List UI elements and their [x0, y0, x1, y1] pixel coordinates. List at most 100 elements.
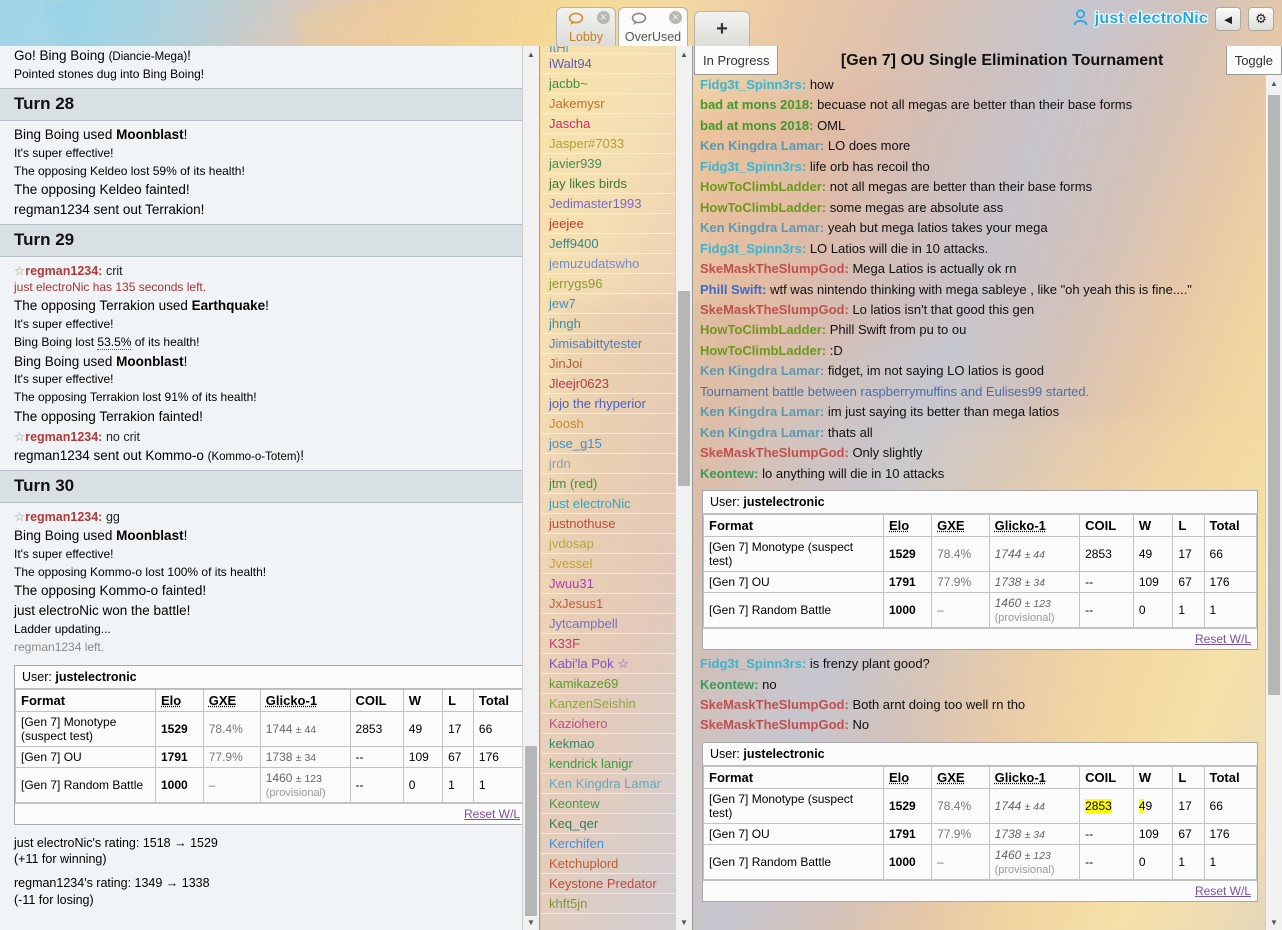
scrollbar-thumb[interactable] [1268, 95, 1280, 695]
scroll-down-icon[interactable]: ▼ [1266, 914, 1282, 930]
userlist-item[interactable]: Joosh [541, 414, 692, 434]
cell-gxe: 77.9% [203, 746, 260, 767]
userlist-item[interactable]: Ketchuplord [541, 854, 692, 874]
userlist-item[interactable]: Jakemysr [541, 94, 692, 114]
settings-button[interactable]: ⚙ [1248, 7, 1274, 31]
userlist-item[interactable]: Jascha [541, 114, 692, 134]
cell-format: [Gen 7] OU [704, 823, 884, 844]
userlist-item[interactable]: jerrygs96 [541, 274, 692, 294]
chat-message: bad at mons 2018: becuase not all megas … [694, 95, 1282, 115]
cell-coil: 2853 [1080, 788, 1134, 823]
userlist-item[interactable]: Jwuu31 [541, 574, 692, 594]
userlist-item[interactable]: jay likes birds [541, 174, 692, 194]
userlist-panel[interactable]: ItHi iWalt94 jacbb~ Jakemysr Jascha Jasper#70… [541, 46, 693, 930]
tab-overused[interactable]: × OverUsed [618, 7, 688, 46]
rating-table-user: User: justelectronic [703, 743, 1257, 766]
cell-glicko: 1738 ± 34 [989, 572, 1080, 593]
userlist-item[interactable]: JinJoi [541, 354, 692, 374]
chat-messages: Fidg3t_Spinn3rs: how bad at mons 2018: be… [694, 75, 1282, 902]
userlist-item[interactable]: kendrick lanigr [541, 754, 692, 774]
rating-table: User: justelectronic Format Elo GXE Glicko-1… [702, 490, 1258, 650]
userlist-item[interactable]: Kerchifen [541, 834, 692, 854]
userlist-item[interactable]: jew7 [541, 294, 692, 314]
userlist-item[interactable]: K33F [541, 634, 692, 654]
userlist-item[interactable]: jacbb~ [541, 74, 692, 94]
cell-elo: 1529 [156, 711, 204, 746]
userlist-scrollbar[interactable]: ▲ ▼ [675, 46, 692, 930]
tab-lobby[interactable]: × Lobby [556, 7, 616, 46]
userlist-item[interactable]: iWalt94 [541, 54, 692, 74]
scroll-down-icon[interactable]: ▼ [676, 914, 692, 930]
battle-log-line: It's super effective! [0, 546, 539, 564]
scroll-up-icon[interactable]: ▲ [523, 46, 539, 62]
userlist-item[interactable]: Jimisabittytester [541, 334, 692, 354]
tournament-toggle-button[interactable]: Toggle [1226, 46, 1282, 75]
battle-log-line: The opposing Keldeo lost 59% of its heal… [0, 163, 539, 181]
userlist-item[interactable]: jose_g15 [541, 434, 692, 454]
scroll-up-icon[interactable]: ▲ [1266, 75, 1282, 91]
userlist-item[interactable]: JxJesus1 [541, 594, 692, 614]
userlist-item[interactable]: Keystone Predator [541, 874, 692, 894]
userlist-item[interactable]: Kabi'la Pok ☆ [541, 654, 692, 674]
list-item[interactable]: ItHi [541, 46, 692, 54]
battle-log-line: Bing Boing lost 53.5% of its health! [0, 334, 539, 352]
cell-elo: 1529 [884, 788, 932, 823]
reset-wl-link[interactable]: Reset W/L [464, 807, 520, 821]
column-header-l: L [443, 689, 474, 711]
battle-log-scrollbar[interactable]: ▲ ▼ [522, 46, 539, 930]
chat-message: SkeMaskTheSlumpGod: Mega Latios is actua… [694, 259, 1282, 279]
battle-log-panel[interactable]: Go! Bing Boing (Diancie-Mega)! Pointed st… [0, 46, 540, 930]
userlist-item[interactable]: just electroNic [541, 494, 692, 514]
reset-wl-link[interactable]: Reset W/L [1195, 632, 1251, 646]
userlist-item[interactable]: jemuzudatswho [541, 254, 692, 274]
userlist-item[interactable]: Jeff9400 [541, 234, 692, 254]
tab-close-icon[interactable]: × [669, 11, 682, 24]
battle-log-line: regman1234 sent out Terrakion! [0, 200, 539, 220]
column-header-w: W [1133, 766, 1173, 788]
new-tab-button[interactable]: + [694, 11, 750, 46]
rating-change-line: (+11 for winning) [0, 851, 539, 867]
cell-total: 176 [1204, 823, 1256, 844]
chat-message: Ken Kingdra Lamar: thats all [694, 423, 1282, 443]
user-widget: just electroNic ◄ ⚙ [1073, 7, 1274, 31]
userlist-item[interactable]: jojo the rhyperior [541, 394, 692, 414]
column-header-glicko-1: Glicko-1 [989, 766, 1080, 788]
table-header-row: Format Elo GXE Glicko-1 COIL W L Total [704, 766, 1257, 788]
userlist-item[interactable]: jeejee [541, 214, 692, 234]
userlist-item[interactable]: KanzenSeishin [541, 694, 692, 714]
userlist-item[interactable]: javier939 [541, 154, 692, 174]
userlist-item[interactable]: Keq_qer [541, 814, 692, 834]
battle-log-line: Bing Boing used Moonblast! [0, 526, 539, 546]
userlist-item[interactable]: Jytcampbell [541, 614, 692, 634]
reset-wl-link[interactable]: Reset W/L [1195, 884, 1251, 898]
cell-total: 176 [1204, 572, 1256, 593]
tab-close-icon[interactable]: × [597, 11, 610, 24]
chat-scrollbar[interactable]: ▲ ▼ [1265, 75, 1282, 930]
userlist-item[interactable]: Keontew [541, 794, 692, 814]
userlist-item[interactable]: Jedimaster1993 [541, 194, 692, 214]
chat-scroll-area[interactable]: Fidg3t_Spinn3rs: how bad at mons 2018: be… [694, 75, 1282, 930]
cell-total: 176 [473, 746, 525, 767]
userlist-item[interactable]: jtm (red) [541, 474, 692, 494]
userlist-item[interactable]: Kaziohero [541, 714, 692, 734]
scroll-down-icon[interactable]: ▼ [523, 914, 539, 930]
rating-table-footer: Reset W/L [15, 803, 526, 824]
userlist-item[interactable]: Jasper#7033 [541, 134, 692, 154]
cell-total: 66 [473, 711, 525, 746]
userlist-item[interactable]: kamikaze69 [541, 674, 692, 694]
userlist-item[interactable]: justnothuse [541, 514, 692, 534]
userlist-item[interactable]: Ken Kingdra Lamar [541, 774, 692, 794]
cell-coil: -- [350, 767, 403, 802]
userlist-item[interactable]: Jvessel [541, 554, 692, 574]
userlist-item[interactable]: khft5jn [541, 894, 692, 914]
userlist-item[interactable]: kekmao [541, 734, 692, 754]
scroll-up-icon[interactable]: ▲ [676, 46, 692, 62]
scrollbar-thumb[interactable] [525, 746, 537, 916]
scrollbar-thumb[interactable] [678, 291, 690, 486]
userlist-item[interactable]: jhngh [541, 314, 692, 334]
userlist-item[interactable]: jvdosap [541, 534, 692, 554]
userlist-item[interactable]: jrdn [541, 454, 692, 474]
volume-button[interactable]: ◄ [1215, 7, 1241, 31]
username-label[interactable]: just electroNic [1095, 10, 1208, 28]
userlist-item[interactable]: Jleejr0623 [541, 374, 692, 394]
